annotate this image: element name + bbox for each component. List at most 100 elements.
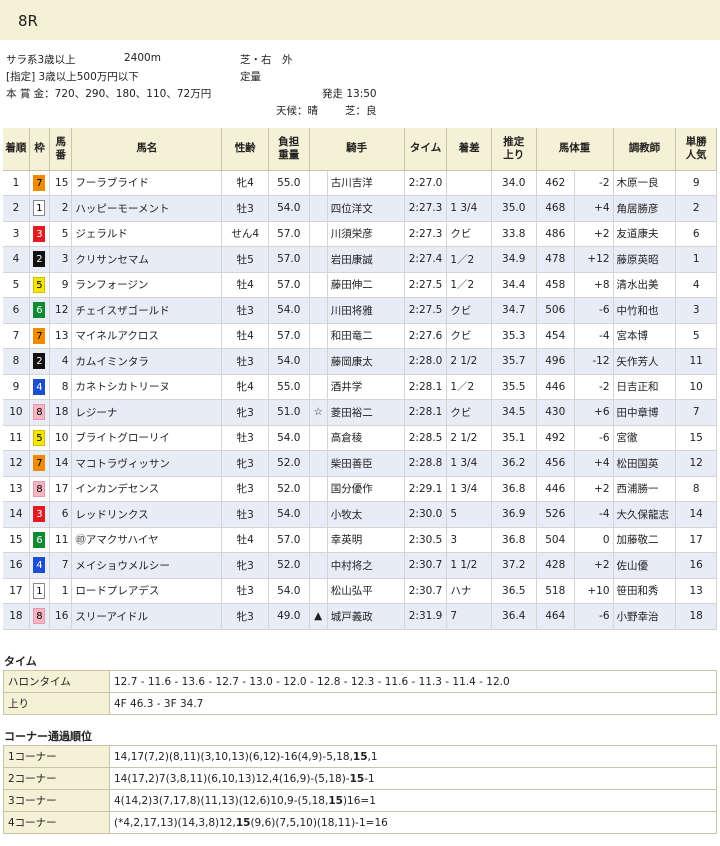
horse-name-link[interactable]: チェイスザゴールド — [75, 305, 169, 317]
horse-name-cell[interactable]: スリーアイドル — [71, 603, 223, 630]
horse-name-link[interactable]: メイショウメルシー — [75, 560, 170, 572]
table-row: 8 2 4 カムイミンタラ 牡3 54.0 藤岡康太 2:28.0 2 1/2 35.7 496 -1… — [3, 348, 717, 375]
horse-name-link[interactable]: スリーアイドル — [75, 611, 148, 623]
waku-badge: 8 — [33, 480, 46, 497]
horse-name-link[interactable]: フーラブライド — [75, 177, 149, 189]
corner-section-title: コーナー通過順位 — [4, 730, 92, 743]
race-condition: [指定] 3歳以上500万円以下 — [6, 71, 139, 83]
weight-cell: 57.0 — [268, 246, 310, 273]
horse-name-cell[interactable]: カネトシカトリーヌ — [71, 374, 223, 400]
apprentice-mark-cell — [309, 374, 328, 400]
horse-name-link[interactable]: ランフォージン — [75, 279, 148, 291]
weight-cell: 57.0 — [268, 527, 310, 553]
weight-diff-cell: -2 — [574, 170, 614, 196]
corner-row: 2コーナー 14(17,2)7(3,8,11)(6,10,13)12,4(16,9… — [3, 767, 717, 790]
horse-name-cell[interactable]: フーラブライド — [71, 170, 223, 196]
time-cell: 2:29.1 — [404, 476, 448, 502]
weight-cell: 55.0 — [268, 374, 310, 400]
horse-name-link[interactable]: レッドリンクス — [75, 509, 148, 521]
table-row: 16 4 7 メイショウメルシー 牝3 52.0 中村将之 2:30.7 1 1/2 37.2 42… — [3, 552, 717, 579]
margin-cell: 7 — [446, 603, 492, 630]
body-weight-cell: 454 — [536, 323, 576, 349]
time-cell: 2:28.8 — [404, 450, 448, 477]
rank-cell: 13 — [3, 476, 30, 502]
apprentice-mark-cell — [309, 221, 328, 247]
body-weight-cell: 526 — [536, 501, 576, 528]
jockey-cell: 城戸義政 — [327, 603, 405, 630]
last3f-cell: 34.0 — [491, 170, 537, 196]
horse-name-link[interactable]: インカンデセンス — [75, 483, 159, 495]
horse-name-cell[interactable]: ジェラルド — [71, 221, 223, 247]
time-cell: 2:28.0 — [404, 348, 448, 375]
waku-cell: 2 — [29, 246, 51, 273]
sex-age-cell: 牝3 — [221, 450, 269, 477]
weight-cell: 52.0 — [268, 450, 310, 477]
popularity-cell: 10 — [675, 374, 717, 400]
jockey-cell: 古川吉洋 — [327, 170, 405, 196]
horse-name-cell[interactable]: ㊞アマクサハイヤ — [71, 527, 223, 553]
weight-cell: 57.0 — [268, 221, 310, 247]
waku-cell: 7 — [29, 170, 51, 196]
horse-name-link[interactable]: マコトラヴィッサン — [75, 458, 170, 470]
horse-name-link[interactable]: マイネルアクロス — [75, 330, 158, 342]
horse-name-cell[interactable]: レッドリンクス — [71, 501, 223, 528]
horse-name-cell[interactable]: マコトラヴィッサン — [71, 450, 223, 477]
weight-diff-cell: -4 — [574, 323, 614, 349]
popularity-cell: 1 — [675, 246, 717, 273]
horse-number-cell: 4 — [49, 348, 73, 375]
horse-name-link[interactable]: ブライトグローリイ — [75, 432, 170, 444]
margin-cell: 2 1/2 — [446, 348, 492, 375]
jockey-cell: 松山弘平 — [327, 578, 405, 604]
corner-order-text: 14(17,2)7(3,8,11)(6,10,13)12,4(16,9)-(5,… — [114, 772, 350, 785]
horse-name-link[interactable]: ジェラルド — [75, 228, 128, 240]
body-weight-cell: 446 — [536, 476, 576, 502]
horse-name-link[interactable]: レジーナ — [75, 407, 117, 419]
corner-label: 3コーナー — [3, 789, 110, 812]
horse-name-link[interactable]: ハッピーモーメント — [75, 203, 169, 215]
sex-age-cell: 牡3 — [221, 501, 269, 528]
horse-name-cell[interactable]: カムイミンタラ — [71, 348, 223, 375]
waku-cell: 3 — [29, 221, 51, 247]
horse-name-link[interactable]: クリサンセマム — [75, 254, 149, 266]
furlong-row: ハロンタイム 12.7 - 11.6 - 13.6 - 12.7 - 13.0 … — [3, 670, 717, 693]
horse-name-cell[interactable]: ブライトグローリイ — [71, 425, 223, 451]
jockey-cell: 川田将雅 — [327, 297, 405, 324]
trainer-cell: 中竹和也 — [613, 297, 677, 324]
horse-number-cell: 6 — [49, 501, 73, 528]
horse-name-cell[interactable]: チェイスザゴールド — [71, 297, 223, 324]
table-row: 4 2 3 クリサンセマム 牡5 57.0 岩田康誠 2:27.4 1／2 34.9 478 +12 藤… — [3, 246, 717, 273]
rank-cell: 3 — [3, 221, 30, 247]
table-row: 13 8 17 インカンデセンス 牝3 52.0 国分優作 2:29.1 1 3/4 36.8 44… — [3, 476, 717, 502]
horse-name-link[interactable]: ロードプレアデス — [75, 585, 159, 597]
last3f-cell: 36.2 — [491, 450, 537, 477]
horse-name-cell[interactable]: インカンデセンス — [71, 476, 223, 502]
sex-age-cell: 牡4 — [221, 272, 269, 298]
waku-badge: 6 — [33, 302, 46, 319]
waku-cell: 6 — [29, 527, 51, 553]
rank-cell: 7 — [3, 323, 30, 349]
horse-name-cell[interactable]: ランフォージン — [71, 272, 223, 298]
corner-row: 4コーナー (*4,2,17,13)(14,3,8)12,15(9,6)(7,5,… — [3, 811, 717, 834]
sex-age-cell: 牝4 — [221, 374, 269, 400]
horse-name-cell[interactable]: レジーナ — [71, 399, 223, 426]
weight-diff-cell: +4 — [574, 450, 614, 477]
corner-label: 2コーナー — [3, 767, 110, 790]
horse-name-link[interactable]: カネトシカトリーヌ — [75, 381, 170, 393]
horse-name-cell[interactable]: クリサンセマム — [71, 246, 223, 273]
horse-name-link[interactable]: カムイミンタラ — [75, 356, 149, 368]
horse-name-link[interactable]: アマクサハイヤ — [86, 534, 159, 546]
col-rank: 着順 — [3, 128, 30, 171]
col-time: タイム — [404, 128, 448, 171]
table-row: 1 7 15 フーラブライド 牝4 55.0 古川吉洋 2:27.0 34.0 462 -2 木原一良… — [3, 170, 717, 196]
jockey-cell: 菱田裕二 — [327, 399, 405, 426]
horse-name-cell[interactable]: メイショウメルシー — [71, 552, 223, 579]
horse-name-cell[interactable]: ハッピーモーメント — [71, 195, 223, 222]
horse-name-cell[interactable]: マイネルアクロス — [71, 323, 223, 349]
time-cell: 2:27.3 — [404, 221, 448, 247]
col-waku: 枠 — [29, 128, 51, 171]
horse-name-cell[interactable]: ロードプレアデス — [71, 578, 223, 604]
margin-cell: クビ — [446, 297, 492, 324]
last3f-cell: 36.5 — [491, 578, 537, 604]
margin-cell: 1／2 — [446, 374, 492, 400]
time-cell: 2:30.0 — [404, 501, 448, 528]
